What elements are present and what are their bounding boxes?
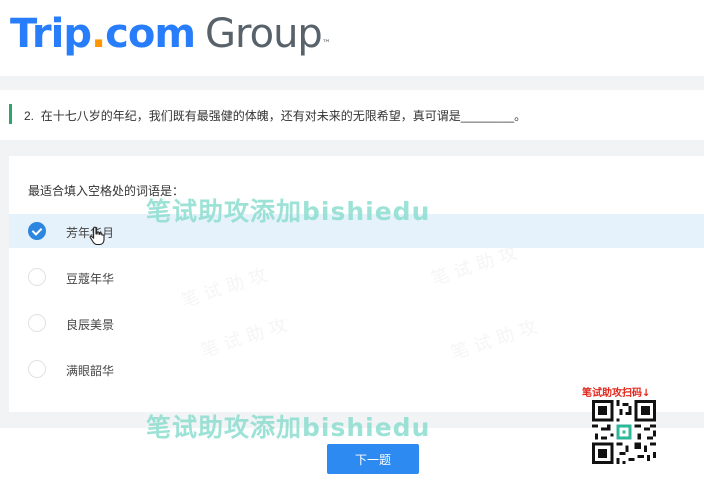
answer-option-4[interactable]: 满眼韶华 <box>9 352 704 386</box>
question-stem: 在十七八岁的年纪，我们既有最强健的体魄，还有对未来的无限希望，真可谓是_____… <box>40 109 527 123</box>
logo-com: com <box>105 11 196 57</box>
radio-unchecked[interactable] <box>28 360 46 378</box>
logo-dot: . <box>90 11 106 57</box>
qr-code-image <box>592 400 656 464</box>
check-icon <box>31 225 43 236</box>
hand-pointer-icon <box>89 226 105 246</box>
radio-unchecked[interactable] <box>28 268 46 286</box>
next-question-button[interactable]: 下一题 <box>327 444 419 474</box>
question-number: 2. <box>24 109 35 123</box>
logo-group: Group <box>205 11 323 57</box>
radio-unchecked[interactable] <box>28 314 46 332</box>
qr-code-block: 笔试助攻扫码↓ <box>582 384 668 474</box>
overlay-watermark-bottom: 笔试助攻添加bishiedu <box>146 413 431 442</box>
question-panel: 2. 在十七八岁的年纪，我们既有最强健的体魄，还有对未来的无限希望，真可谓是__… <box>0 90 704 140</box>
logo-brand: Trip <box>10 11 92 57</box>
overlay-watermark-top: 笔试助攻添加bishiedu <box>146 197 431 226</box>
answer-option-2[interactable]: 豆蔻年华 <box>9 260 704 294</box>
option-label: 豆蔻年华 <box>66 272 115 286</box>
qr-caption: 笔试助攻扫码↓ <box>582 388 651 399</box>
answer-option-3[interactable]: 良辰美景 <box>9 306 704 340</box>
trip-com-group-logo: Trip.com Group™ <box>10 8 331 60</box>
question-accent-bar <box>9 104 12 124</box>
logo-trademark: ™ <box>321 39 331 49</box>
option-label: 满眼韶华 <box>66 364 115 378</box>
radio-checked[interactable] <box>28 222 46 240</box>
header: Trip.com Group™ <box>0 0 704 76</box>
option-label: 良辰美景 <box>66 318 115 332</box>
question-text: 2. 在十七八岁的年纪，我们既有最强健的体魄，还有对未来的无限希望，真可谓是__… <box>24 107 526 124</box>
